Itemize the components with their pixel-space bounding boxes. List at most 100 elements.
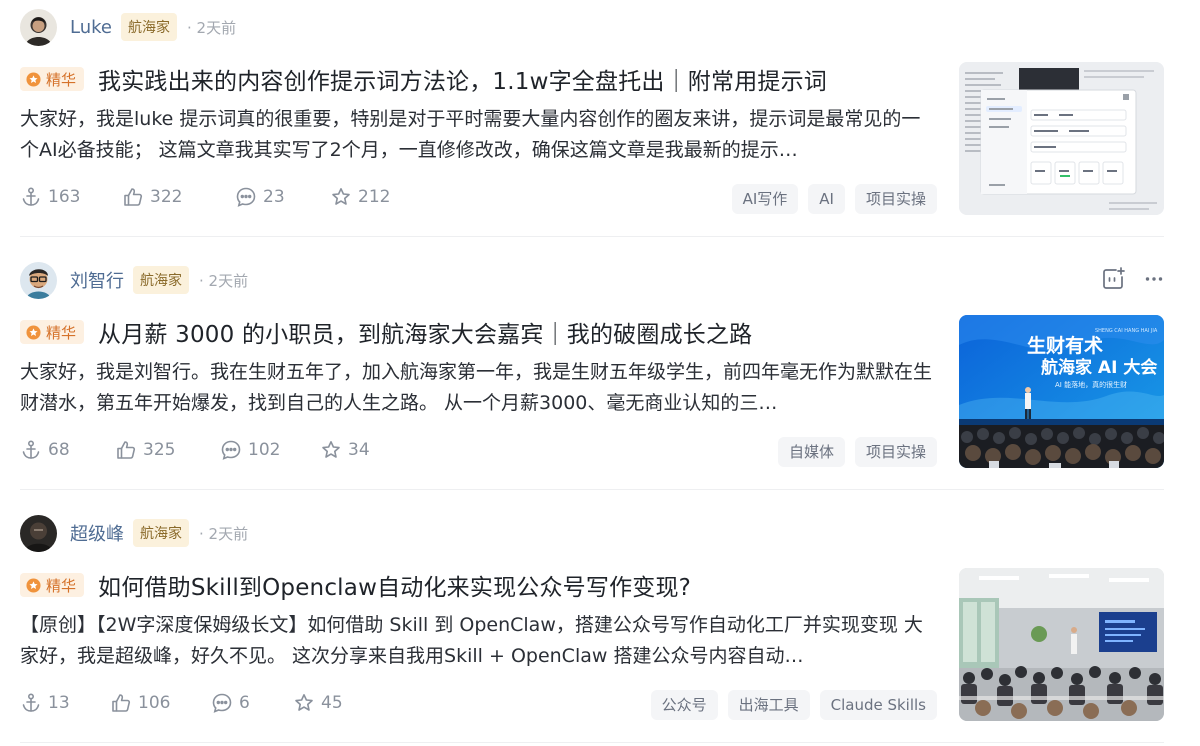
post-divider [20,236,1164,237]
like-count: 106 [138,693,171,713]
stats-row: 13 106 6 45 [20,692,343,714]
comment-stat[interactable]: 102 [220,439,320,461]
topic-tag[interactable]: AI写作 [731,184,799,214]
anchor-stat[interactable]: 68 [20,439,115,461]
author-name[interactable]: 刘智行 [70,267,124,293]
like-stat[interactable]: 325 [115,439,220,461]
post-title[interactable]: 我实践出来的内容创作提示词方法论，1.1w字全盘托出｜附常用提示词 [98,62,827,96]
tag-list: 自媒体 项目实操 [777,437,937,467]
more-icon[interactable] [1144,269,1164,289]
topic-tag[interactable]: Claude Skills [819,690,937,720]
thumb-line1: 生财有术 [1027,334,1103,357]
star-count: 45 [321,693,343,713]
post-title[interactable]: 如何借助Skill到Openclaw自动化来实现公众号写作变现? [98,568,691,602]
post-card[interactable]: Luke 航海家 · 2天前 精华 我实践出来的内容创作提示词方法论，1.1w字… [0,0,1200,253]
author-row: Luke 航海家 · 2天前 [20,8,236,46]
post-time: · 2天前 [199,271,249,290]
star-stat[interactable]: 45 [293,692,343,714]
stats-row: 163 322 23 212 [20,186,390,208]
avatar[interactable] [20,8,57,46]
like-count: 325 [143,440,176,460]
anchor-icon [22,693,40,712]
comment-stat[interactable]: 6 [211,692,293,714]
post-summary[interactable]: 【原创】【2W字深度保姆级长文】如何借助 Skill 到 OpenClaw，搭建… [20,610,932,672]
member-badge: 航海家 [133,519,189,547]
topic-tag[interactable]: 项目实操 [854,437,937,467]
author-name[interactable]: 超级峰 [70,520,124,546]
post-summary[interactable]: 大家好，我是刘智行。我在生财五年了，加入航海家第一年，我是生财五年级学生，前四年… [20,357,932,419]
post-feed: Luke 航海家 · 2天前 精华 我实践出来的内容创作提示词方法论，1.1w字… [0,0,1200,746]
comment-icon [221,440,241,460]
topic-tag[interactable]: 项目实操 [854,184,937,214]
member-badge: 航海家 [133,266,189,294]
post-thumbnail[interactable] [959,62,1164,215]
comment-icon [236,187,256,207]
add-to-collection-icon[interactable] [1100,266,1126,292]
medal-icon [26,71,41,87]
anchor-icon [22,187,40,206]
like-stat[interactable]: 106 [110,692,211,714]
post-time: · 2天前 [199,524,249,543]
post-card[interactable]: 刘智行 航海家 · 2天前 精华 从月薪 3000 的小职员，到航海家大会嘉宾｜… [0,253,1200,506]
avatar[interactable] [20,261,57,299]
member-badge: 航海家 [120,13,177,41]
topic-tag[interactable]: 出海工具 [727,690,810,720]
post-actions [1100,266,1164,292]
author-row: 刘智行 航海家 · 2天前 [20,261,248,299]
like-count: 322 [150,187,183,207]
title-row: 精华 如何借助Skill到Openclaw自动化来实现公众号写作变现? [20,568,940,602]
anchor-count: 13 [48,693,70,713]
topic-tag[interactable]: AI [808,184,845,214]
comment-count: 102 [248,440,281,460]
anchor-stat[interactable]: 163 [20,186,122,208]
star-icon [295,694,313,711]
post-thumbnail[interactable]: SHENG CAI HANG HAI JIA 生财有术 航海家 AI 大会 AI… [959,315,1164,468]
star-stat[interactable]: 212 [330,186,390,208]
comment-count: 23 [263,187,285,207]
like-icon [117,441,136,459]
essence-label: 精华 [46,70,77,89]
anchor-count: 163 [48,187,81,207]
comment-stat[interactable]: 23 [235,186,330,208]
medal-icon [26,577,41,593]
anchor-stat[interactable]: 13 [20,692,110,714]
topic-tag[interactable]: 自媒体 [777,437,845,467]
post-time: · 2天前 [186,18,237,37]
star-count: 34 [348,440,370,460]
like-icon [112,694,131,712]
title-row: 精华 从月薪 3000 的小职员，到航海家大会嘉宾｜我的破圈成长之路 [20,315,940,349]
stats-row: 68 325 102 34 [20,439,370,461]
post-title[interactable]: 从月薪 3000 的小职员，到航海家大会嘉宾｜我的破圈成长之路 [98,315,752,349]
author-name[interactable]: Luke [70,17,112,38]
post-summary[interactable]: 大家好，我是luke 提示词真的很重要，特别是对于平时需要大量内容创作的圈友来讲… [20,104,932,166]
essence-badge: 精华 [20,320,85,344]
like-icon [124,188,143,206]
avatar[interactable] [20,514,57,552]
thumb-pinyin: SHENG CAI HANG HAI JIA [1095,328,1158,334]
star-count: 212 [358,187,391,207]
star-icon [322,441,340,458]
anchor-count: 68 [48,440,70,460]
anchor-icon [22,440,40,459]
essence-label: 精华 [46,576,77,595]
post-card[interactable]: 超级峰 航海家 · 2天前 精华 如何借助Skill到Openclaw自动化来实… [0,506,1200,746]
star-stat[interactable]: 34 [320,439,370,461]
topic-tag[interactable]: 公众号 [650,690,718,720]
like-stat[interactable]: 322 [122,186,235,208]
title-row: 精华 我实践出来的内容创作提示词方法论，1.1w字全盘托出｜附常用提示词 [20,62,940,96]
medal-icon [26,324,41,340]
essence-badge: 精华 [20,573,85,597]
thumb-line2: 航海家 AI 大会 [1041,357,1157,378]
thumb-line3: AI 能落地，真的很生财 [1055,380,1127,389]
post-thumbnail[interactable] [959,568,1164,721]
tag-list: AI写作 AI 项目实操 [731,184,937,214]
star-icon [332,188,350,205]
essence-badge: 精华 [20,67,85,91]
essence-label: 精华 [46,323,77,342]
tag-list: 公众号 出海工具 Claude Skills [650,690,937,720]
author-row: 超级峰 航海家 · 2天前 [20,514,248,552]
post-divider [20,742,1164,743]
post-divider [20,489,1164,490]
comment-count: 6 [239,693,250,713]
comment-icon [212,693,232,713]
